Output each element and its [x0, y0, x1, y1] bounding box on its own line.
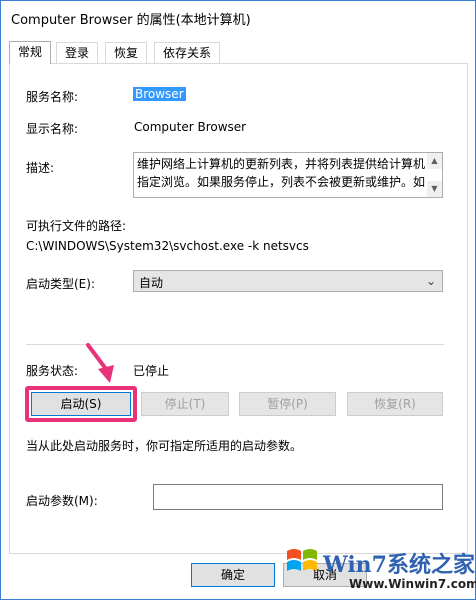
startup-type-label: 启动类型(E):: [26, 277, 95, 291]
chevron-down-icon: ⌄: [425, 274, 436, 288]
start-params-label: 启动参数(M):: [26, 494, 98, 508]
watermark-logo-text: Win7系统之家: [323, 552, 475, 578]
arrow-pointer-icon: [86, 343, 114, 383]
title-bar[interactable]: Computer Browser 的属性(本地计算机): [1, 1, 475, 33]
ok-button[interactable]: 确定: [191, 563, 275, 587]
startup-type-value: 自动: [139, 276, 164, 290]
scroll-up-icon[interactable]: ▲: [427, 153, 442, 169]
stop-button[interactable]: 停止(T): [141, 392, 229, 416]
window-title: Computer Browser 的属性(本地计算机): [11, 13, 251, 28]
start-params-hint: 当从此处启动服务时，你可指定所适用的启动参数。: [26, 439, 303, 453]
start-button[interactable]: 启动(S): [31, 392, 131, 416]
service-name-label: 服务名称:: [26, 90, 79, 104]
tab-general[interactable]: 常规: [9, 41, 52, 64]
tab-dependencies[interactable]: 依存关系: [154, 42, 221, 63]
general-tab-panel: 服务名称: Browser 显示名称: Computer Browser 描述:…: [9, 63, 468, 554]
watermark: Win7系统之家 Www.Winwin7.com: [279, 537, 476, 599]
exe-path-value[interactable]: C:\WINDOWS\System32\svchost.exe -k netsv…: [26, 239, 309, 253]
service-status-value: 已停止: [133, 364, 170, 378]
startup-type-select[interactable]: 自动 ⌄: [133, 270, 443, 292]
resume-button[interactable]: 恢复(R): [347, 392, 443, 416]
description-label: 描述:: [26, 161, 55, 175]
scroll-down-icon[interactable]: ▼: [427, 181, 442, 197]
display-name-value[interactable]: Computer Browser: [134, 120, 246, 134]
watermark-url: Www.Winwin7.com: [349, 577, 476, 591]
tab-recovery[interactable]: 恢复: [105, 42, 148, 63]
windows-logo-icon: [287, 549, 317, 571]
description-box[interactable]: 维护网络上计算机的更新列表，并将列表提供给计算机指定浏览。如果服务停止，列表不会…: [133, 152, 443, 198]
start-params-input[interactable]: [153, 484, 443, 510]
tab-logon[interactable]: 登录: [56, 42, 99, 63]
pause-button[interactable]: 暂停(P): [239, 392, 336, 416]
exe-path-label: 可执行文件的路径:: [26, 219, 127, 233]
description-text: 维护网络上计算机的更新列表，并将列表提供给计算机指定浏览。如果服务停止，列表不会…: [137, 157, 426, 189]
properties-dialog: Computer Browser 的属性(本地计算机) 常规 登录 恢复 依存关…: [0, 0, 476, 600]
display-name-label: 显示名称:: [26, 122, 79, 136]
service-status-label: 服务状态:: [26, 364, 79, 378]
tab-strip: 常规 登录 恢复 依存关系: [9, 41, 469, 64]
service-name-value[interactable]: Browser: [133, 87, 186, 101]
